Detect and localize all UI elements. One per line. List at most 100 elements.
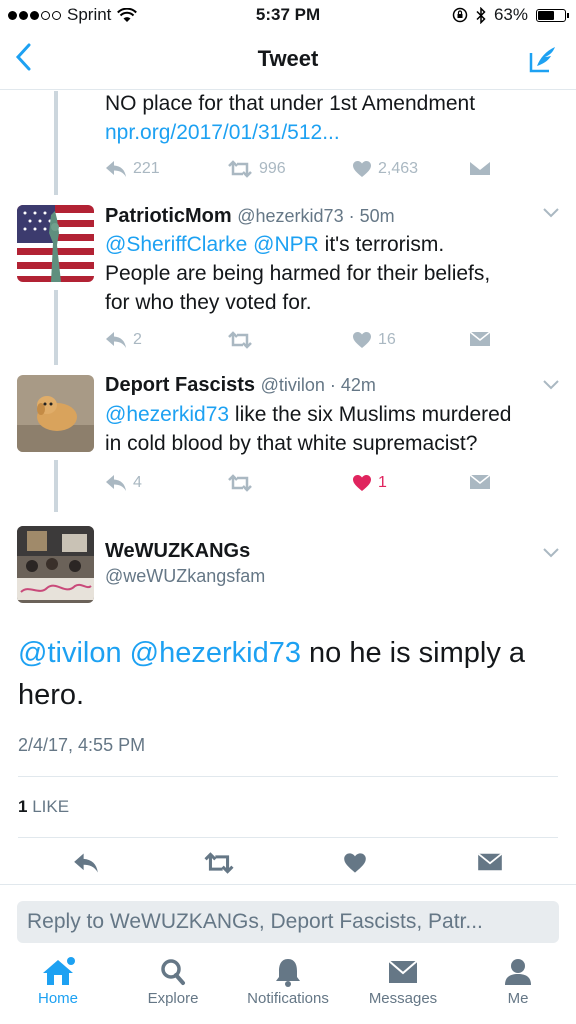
- likes-summary[interactable]: 1 LIKE: [18, 797, 69, 817]
- tweet-text-line: in cold blood by that white supremacist?: [105, 432, 478, 455]
- mention-link[interactable]: @tivilon: [18, 637, 122, 669]
- display-name[interactable]: PatrioticMom: [105, 205, 232, 227]
- heart-icon: [353, 332, 371, 348]
- tweet-text-line: People are being harmed for their belief…: [105, 262, 491, 285]
- tweet-actions: 221 996 2,463: [105, 160, 495, 186]
- reply-icon: [74, 853, 98, 873]
- like-count: 1: [378, 474, 387, 491]
- person-icon: [505, 959, 531, 985]
- reply-count: 4: [133, 474, 142, 491]
- retweet-icon: [228, 474, 252, 492]
- tab-explore[interactable]: Explore: [118, 956, 228, 1007]
- thread-line: [54, 460, 58, 512]
- compose-icon: [529, 47, 555, 73]
- retweet-button[interactable]: [203, 852, 235, 879]
- handle: @tivilon · 42m: [260, 375, 376, 395]
- tab-messages[interactable]: Messages: [348, 956, 458, 1007]
- tab-me[interactable]: Me: [463, 956, 573, 1007]
- like-button[interactable]: 16: [352, 331, 396, 349]
- mention-link[interactable]: @hezerkid73: [130, 637, 301, 669]
- heart-icon: [344, 853, 366, 873]
- battery-percent: 63%: [493, 5, 528, 24]
- envelope-icon: [469, 160, 491, 175]
- tweet-text: @hezerkid73 like the six Muslims murdere…: [105, 400, 511, 458]
- tweet-menu-button[interactable]: [542, 206, 560, 224]
- handle: @hezerkid73 · 50m: [237, 206, 395, 226]
- bell-icon: [276, 959, 300, 987]
- retweet-button[interactable]: [227, 474, 253, 492]
- retweet-count: 996: [259, 160, 286, 177]
- like-count: 16: [378, 331, 396, 348]
- tweet-text: NO place for that under 1st Amendment np…: [105, 89, 475, 147]
- envelope-icon: [469, 331, 491, 346]
- crowd-image: [17, 526, 94, 603]
- tab-notifications[interactable]: Notifications: [233, 956, 343, 1007]
- avatar[interactable]: [17, 205, 94, 282]
- chevron-down-icon: [543, 208, 559, 218]
- tweet-header: WeWUZKANGs: [105, 540, 250, 563]
- rotation-lock-icon: [452, 7, 468, 23]
- tweet-text-line: NO place for that under 1st Amendment: [105, 92, 476, 115]
- like-button[interactable]: [343, 852, 367, 879]
- status-right-group: 63%: [452, 5, 569, 25]
- retweet-icon: [228, 331, 252, 349]
- avatar[interactable]: [17, 526, 94, 603]
- dm-button[interactable]: [469, 160, 491, 176]
- heart-icon: [353, 161, 371, 177]
- thread-line: [54, 290, 58, 365]
- reply-button[interactable]: [73, 852, 99, 879]
- thread-line: [54, 91, 58, 195]
- search-icon: [161, 959, 185, 985]
- reply-button[interactable]: 4: [105, 474, 142, 492]
- retweet-button[interactable]: 996: [227, 160, 286, 178]
- mention-link[interactable]: @hezerkid73: [105, 403, 229, 426]
- retweet-icon: [204, 852, 234, 874]
- flag-liberty-image: [17, 205, 94, 282]
- reply-icon: [106, 161, 126, 177]
- home-icon: [43, 957, 75, 985]
- like-button[interactable]: 1: [352, 474, 387, 492]
- main-tweet-actions: [0, 852, 576, 882]
- tweet-text-fragment: it's terrorism.: [318, 233, 445, 256]
- battery-icon: [536, 8, 569, 22]
- retweet-button[interactable]: [227, 331, 253, 349]
- like-button[interactable]: 2,463: [352, 160, 418, 178]
- reply-count: 221: [133, 160, 160, 177]
- tweet-menu-button[interactable]: [542, 378, 560, 396]
- dm-button[interactable]: [469, 474, 491, 490]
- main-tweet-text: @tivilon @hezerkid73 no he is simply a h…: [18, 632, 548, 716]
- tweet-menu-button[interactable]: [542, 546, 560, 564]
- status-bar: Sprint 5:37 PM 63%: [0, 0, 576, 30]
- tab-label: Messages: [368, 990, 438, 1007]
- tab-label: Explore: [147, 990, 199, 1007]
- divider: [0, 884, 576, 885]
- dm-button[interactable]: [477, 852, 503, 877]
- tab-bar: Home Explore Notifications Messages Me: [0, 952, 576, 1024]
- envelope-icon: [469, 474, 491, 489]
- envelope-icon: [477, 853, 503, 871]
- reply-button[interactable]: 221: [105, 160, 160, 178]
- divider: [18, 776, 558, 777]
- reply-button[interactable]: 2: [105, 331, 142, 349]
- tweet-link[interactable]: npr.org/2017/01/31/512...: [105, 118, 475, 147]
- reply-icon: [106, 475, 126, 491]
- tweet-text-line: @hezerkid73 like the six Muslims murdere…: [105, 400, 511, 429]
- dm-button[interactable]: [469, 331, 491, 347]
- tweet-header: PatrioticMom @hezerkid73 · 50m: [105, 205, 395, 228]
- handle: @weWUZkangsfam: [105, 566, 266, 586]
- display-name[interactable]: Deport Fascists: [105, 374, 255, 396]
- tweet-text-line: @SheriffClarke @NPR it's terrorism.: [105, 230, 490, 259]
- display-name[interactable]: WeWUZKANGs: [105, 540, 250, 562]
- compose-button[interactable]: [528, 44, 558, 79]
- mention-link[interactable]: @SheriffClarke: [105, 233, 247, 256]
- tab-home[interactable]: Home: [3, 956, 113, 1007]
- mention-link[interactable]: @NPR: [253, 233, 319, 256]
- retweet-icon: [228, 160, 252, 178]
- tweet-timestamp: 2/4/17, 4:55 PM: [18, 735, 146, 755]
- envelope-icon: [388, 960, 418, 983]
- tab-label: Home: [37, 990, 78, 1007]
- reply-input[interactable]: Reply to WeWUZKANGs, Deport Fascists, Pa…: [17, 901, 559, 943]
- avatar[interactable]: [17, 375, 94, 452]
- tweet-actions: 4 1: [105, 474, 495, 500]
- bluetooth-icon: [476, 6, 486, 24]
